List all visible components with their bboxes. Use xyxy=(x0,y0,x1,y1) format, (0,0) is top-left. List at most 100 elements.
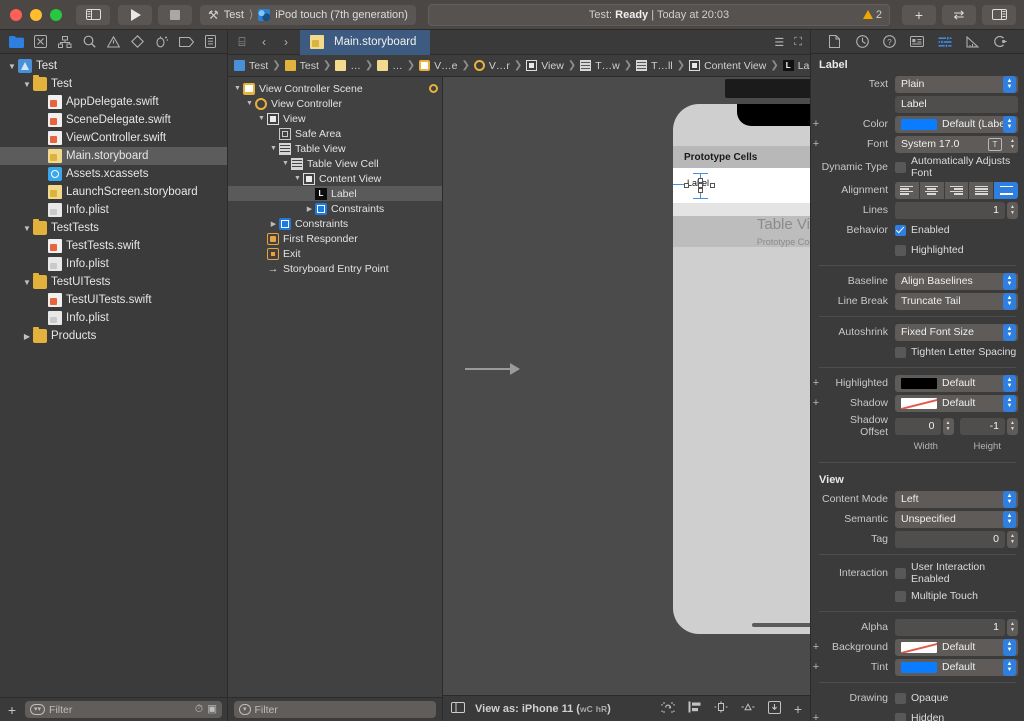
hidden-checkbox[interactable] xyxy=(895,713,906,721)
disclosure-triangle-icon[interactable]: ▼ xyxy=(232,85,243,92)
align-natural-button[interactable] xyxy=(994,182,1018,199)
outline-row[interactable]: ▼View Controller xyxy=(228,96,442,111)
shadow-color-popup[interactable]: Default ▲▼ xyxy=(895,395,1018,412)
opaque-row[interactable]: Opaque xyxy=(895,692,1018,704)
background-color-popup[interactable]: Default ▲▼ xyxy=(895,639,1018,656)
file-inspector-tab[interactable] xyxy=(826,34,844,50)
symbol-navigator-tab[interactable] xyxy=(55,33,75,51)
tighten-checkbox-row[interactable]: Tighten Letter Spacing xyxy=(895,346,1018,358)
project-tree-row[interactable]: LaunchScreen.storyboard xyxy=(0,183,227,201)
project-tree-row[interactable]: ▼Test xyxy=(0,57,227,75)
disclosure-triangle-icon[interactable]: ▼ xyxy=(244,100,255,107)
project-tree-row[interactable]: Info.plist xyxy=(0,309,227,327)
user-interaction-row[interactable]: User Interaction Enabled xyxy=(895,561,1018,585)
report-navigator-tab[interactable] xyxy=(201,33,221,51)
recent-files-icon[interactable]: ⏱ xyxy=(195,703,203,716)
history-inspector-tab[interactable] xyxy=(853,34,871,50)
attributes-inspector-tab[interactable] xyxy=(936,34,954,50)
outline-row[interactable]: ▼View Controller Scene xyxy=(228,81,442,96)
toggle-outline-button[interactable] xyxy=(451,702,465,716)
breadcrumb-item[interactable]: Test xyxy=(285,60,319,72)
tighten-letter-spacing-checkbox[interactable] xyxy=(895,347,906,358)
breadcrumb-item[interactable]: … xyxy=(335,60,361,72)
disclosure-triangle-icon[interactable]: ▼ xyxy=(292,175,303,182)
breadcrumb-item[interactable]: T…ll xyxy=(636,60,673,72)
document-outline-tree[interactable]: ▼View Controller Scene▼View Controller▼V… xyxy=(228,77,442,697)
run-button[interactable] xyxy=(118,5,152,25)
multiple-touch-checkbox[interactable] xyxy=(895,591,906,602)
outline-row[interactable]: ▼Table View xyxy=(228,141,442,156)
project-tree-row[interactable]: ▼TestUITests xyxy=(0,273,227,291)
font-stepper[interactable]: ▲▼ xyxy=(1007,136,1018,153)
project-tree-row[interactable]: ViewController.swift xyxy=(0,129,227,147)
resize-handle-bottom[interactable] xyxy=(698,188,703,193)
baseline-popup[interactable]: Align Baselines ▲▼ xyxy=(895,273,1018,290)
outline-row[interactable]: ▶Constraints xyxy=(228,201,442,216)
breadcrumb-item[interactable]: … xyxy=(377,60,403,72)
outline-row[interactable]: LLabel xyxy=(228,186,442,201)
find-navigator-tab[interactable] xyxy=(79,33,99,51)
text-content-input[interactable]: Label xyxy=(895,96,1018,113)
tag-input[interactable]: 0 xyxy=(895,531,1005,548)
project-tree-row[interactable]: TestTests.swift xyxy=(0,237,227,255)
source-control-filter-icon[interactable]: ▣ xyxy=(207,703,217,716)
font-add-variation-button[interactable]: + xyxy=(811,138,821,150)
breadcrumb-item[interactable]: V…e xyxy=(419,60,457,72)
lines-input[interactable]: 1 xyxy=(895,202,1005,219)
canvas-add-button[interactable]: + xyxy=(794,701,802,717)
editor-jump-bar[interactable]: Test❯Test❯…❯…❯V…e❯V…r❯View❯T…w❯T…ll❯Cont… xyxy=(228,55,810,77)
project-tree-row[interactable]: Main.storyboard xyxy=(0,147,227,165)
resize-handle-left[interactable] xyxy=(684,183,689,188)
align-right-button[interactable] xyxy=(945,182,969,199)
debug-navigator-tab[interactable] xyxy=(152,33,172,51)
breadcrumb-item[interactable]: Content View xyxy=(689,60,766,72)
resolve-issues-icon[interactable] xyxy=(768,701,781,717)
alignment-segmented-control[interactable] xyxy=(895,182,1018,199)
project-tree-row[interactable]: Assets.xcassets xyxy=(0,165,227,183)
test-navigator-tab[interactable] xyxy=(128,33,148,51)
outline-row[interactable]: →Storyboard Entry Point xyxy=(228,261,442,276)
disclosure-triangle-icon[interactable]: ▼ xyxy=(21,224,33,233)
toggle-inspector-button[interactable] xyxy=(982,5,1016,25)
outline-row[interactable]: Safe Area xyxy=(228,126,442,141)
navigator-filter-input[interactable]: ▾▾ Filter ⏱ ▣ xyxy=(25,701,222,718)
multiple-touch-checkbox-row[interactable]: Multiple Touch xyxy=(895,590,1018,602)
project-tree-row[interactable]: Info.plist xyxy=(0,255,227,273)
disclosure-triangle-icon[interactable]: ▼ xyxy=(21,278,33,287)
resize-handle-right[interactable] xyxy=(710,183,715,188)
highlighted-add-variation-button[interactable]: + xyxy=(811,377,821,389)
breadcrumb-item[interactable]: Test xyxy=(234,60,268,72)
user-interaction-enabled-checkbox[interactable] xyxy=(895,568,906,579)
toggle-navigator-button[interactable] xyxy=(76,5,110,25)
embed-in-icon[interactable] xyxy=(688,701,701,716)
breadcrumb-item[interactable]: View xyxy=(526,60,564,72)
project-tree-row[interactable]: TestUITests.swift xyxy=(0,291,227,309)
shadow-offset-height-input[interactable]: -1 xyxy=(960,418,1006,435)
behavior-highlighted-checkbox[interactable] xyxy=(895,245,906,256)
view-as-label[interactable]: View as: iPhone 11 (wC hR) xyxy=(475,703,611,715)
tab-overview-icon[interactable]: ⌸ xyxy=(234,35,250,50)
project-tree-row[interactable]: AppDelegate.swift xyxy=(0,93,227,111)
scheme-selector[interactable]: ⚒ Test ⟩ iPod touch (7th generation) xyxy=(200,5,416,25)
breadcrumb-item[interactable]: T…w xyxy=(580,60,620,72)
lines-stepper[interactable]: ▲▼ xyxy=(1007,202,1018,219)
content-mode-popup[interactable]: Left ▲▼ xyxy=(895,491,1018,508)
device-preview[interactable]: Prototype Cells Label xyxy=(673,104,810,634)
shadow-offset-width-stepper[interactable]: ▲▼ xyxy=(943,418,954,435)
disclosure-triangle-icon[interactable]: ▼ xyxy=(6,62,18,71)
outline-row[interactable]: ▶Constraints xyxy=(228,216,442,231)
tint-add-variation-button[interactable]: + xyxy=(811,661,821,673)
alpha-input[interactable]: 1 xyxy=(895,619,1005,636)
disclosure-triangle-icon[interactable]: ▶ xyxy=(21,332,33,341)
behavior-highlighted-checkbox-row[interactable]: Highlighted xyxy=(895,244,1018,256)
font-popup[interactable]: System 17.0 T ▲▼ xyxy=(895,136,1018,153)
semantic-popup[interactable]: Unspecified ▲▼ xyxy=(895,511,1018,528)
editor-tab-main-storyboard[interactable]: Main.storyboard xyxy=(300,30,430,55)
help-inspector-tab[interactable]: ? xyxy=(881,34,899,50)
shadow-add-variation-button[interactable]: + xyxy=(811,397,821,409)
project-tree-row[interactable]: ▶Products xyxy=(0,327,227,345)
disclosure-triangle-icon[interactable]: ▼ xyxy=(256,115,267,122)
shadow-offset-height-stepper[interactable]: ▲▼ xyxy=(1007,418,1018,435)
align-left-button[interactable] xyxy=(895,182,919,199)
align-center-button[interactable] xyxy=(920,182,944,199)
